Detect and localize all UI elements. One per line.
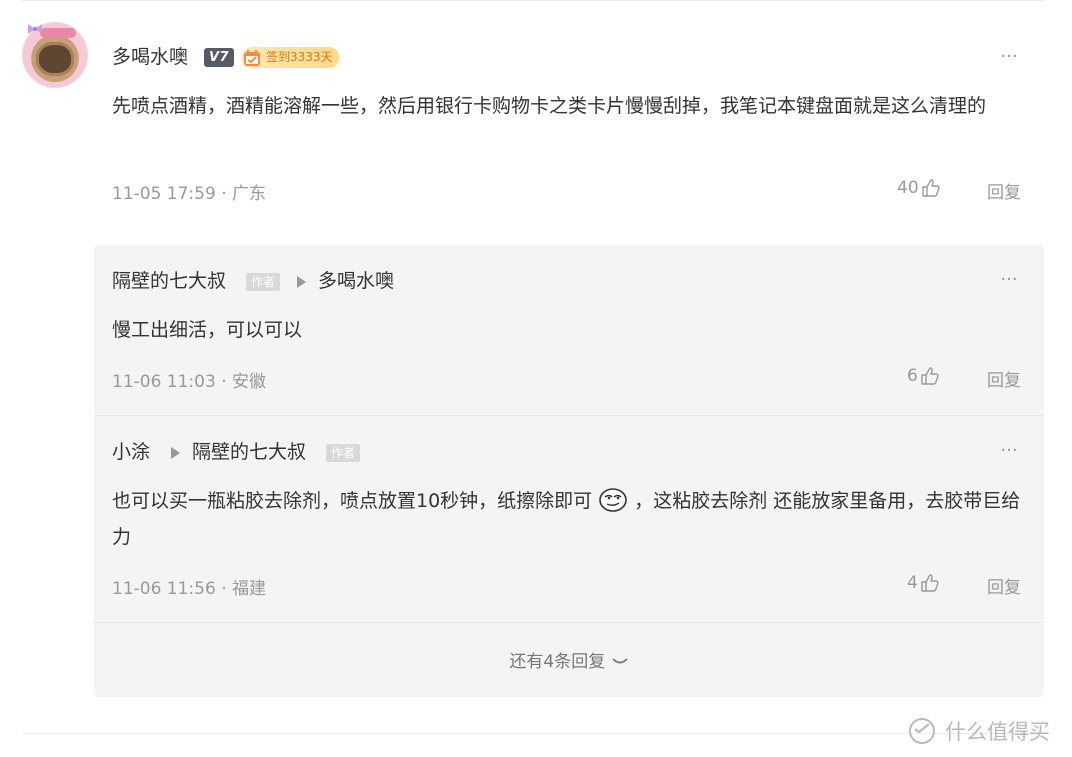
reply-time-location: 11-06 11:56 · 福建: [112, 579, 267, 599]
reply-content: 也可以买一瓶粘胶去除剂，喷点放置10秒钟，纸擦除即可 ，这粘胶去除剂 还能放家里…: [112, 483, 1032, 555]
comment-time-location: 11-05 17:59 · 广东: [112, 184, 267, 204]
emoji-icon: [599, 488, 627, 512]
level-badge: V7: [204, 48, 234, 67]
like-button[interactable]: 6: [907, 366, 940, 386]
reply-time-location: 11-06 11:03 · 安徽: [112, 372, 267, 392]
comment-author[interactable]: 多喝水噢: [112, 44, 188, 70]
like-button[interactable]: 40: [897, 178, 941, 198]
bottom-divider: [22, 733, 1044, 734]
avatar-banner: [40, 28, 76, 38]
watermark-text: 什么值得买: [945, 720, 1050, 744]
more-replies-button[interactable]: 还有4条回复: [94, 647, 1044, 672]
thumbs-up-icon: [921, 574, 939, 592]
reply-arrow-icon: [297, 276, 306, 288]
like-count: 6: [907, 366, 918, 386]
reply-author[interactable]: 小涂: [112, 439, 150, 465]
comment-content: 先喷点酒精，酒精能溶解一些，然后用银行卡购物卡之类卡片慢慢刮掉，我笔记本键盘面就…: [112, 95, 987, 117]
more-replies-label: 还有4条回复: [509, 652, 606, 672]
thumbs-up-icon: [921, 367, 939, 385]
reply-divider: [94, 622, 1044, 623]
reply-to-user[interactable]: 隔壁的七大叔: [192, 439, 306, 465]
top-divider: [22, 0, 1044, 1]
reply-content: 慢工出细活，可以可以: [112, 319, 303, 341]
more-options-icon[interactable]: ···: [998, 271, 1020, 289]
checkin-text: 签到3333天: [266, 50, 333, 64]
like-count: 40: [897, 178, 919, 198]
reply-button[interactable]: 回复: [987, 178, 1021, 203]
like-button[interactable]: 4: [907, 573, 940, 593]
reply-divider: [94, 415, 1044, 416]
checkin-badge: 签到3333天: [242, 47, 339, 68]
like-count: 4: [907, 573, 918, 593]
author-tag: 作者: [246, 273, 281, 291]
reply-author[interactable]: 隔壁的七大叔: [112, 268, 226, 294]
reply-button[interactable]: 回复: [987, 366, 1021, 391]
more-options-icon[interactable]: ···: [998, 442, 1020, 460]
reply-to-user[interactable]: 多喝水噢: [318, 268, 394, 294]
reply-content-text: 也可以买一瓶粘胶去除剂，喷点放置10秒钟，纸擦除即可: [112, 490, 593, 512]
calendar-icon: [244, 49, 260, 66]
reply-arrow-icon: [171, 447, 180, 459]
more-options-icon[interactable]: ···: [998, 48, 1020, 66]
watermark: 什么值得买: [905, 716, 1050, 746]
reply-button[interactable]: 回复: [987, 573, 1021, 598]
author-tag: 作者: [326, 444, 361, 462]
avatar[interactable]: [22, 22, 88, 88]
thumbs-up-icon: [921, 179, 940, 197]
chevron-down-icon: [611, 658, 628, 664]
avatar-image: [36, 42, 74, 76]
smzdm-logo-icon: [909, 718, 935, 744]
